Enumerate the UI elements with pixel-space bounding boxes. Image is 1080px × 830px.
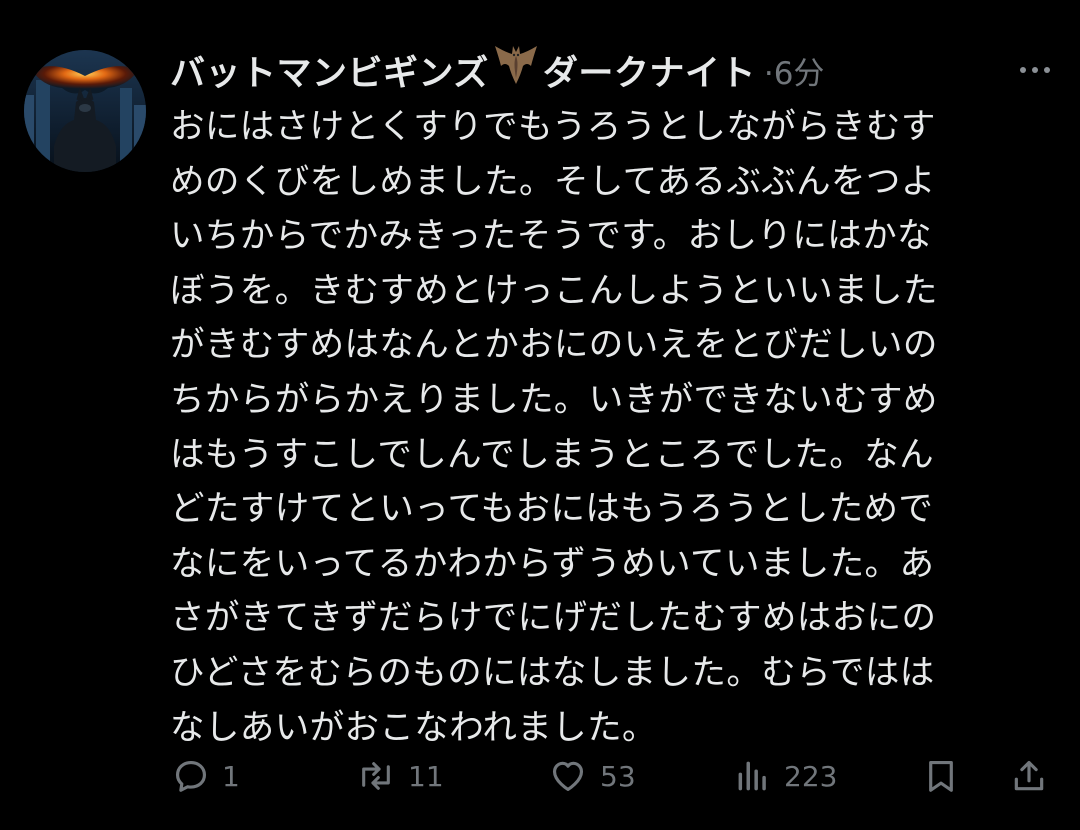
speech-bubble-icon bbox=[172, 757, 210, 795]
heart-icon bbox=[548, 757, 588, 795]
views-button[interactable]: 223 bbox=[734, 748, 837, 804]
repost-button[interactable]: 11 bbox=[356, 748, 444, 804]
display-name-part2: ダークナイト bbox=[542, 53, 756, 94]
batman-avatar-image bbox=[24, 50, 146, 172]
repost-arrows-icon bbox=[356, 757, 396, 795]
bookmark-button[interactable] bbox=[922, 748, 960, 804]
like-button[interactable]: 53 bbox=[548, 748, 636, 804]
reply-button[interactable]: 1 bbox=[172, 748, 240, 804]
post-meta: ·6分 bbox=[764, 48, 825, 93]
more-dots-icon[interactable] bbox=[1010, 52, 1060, 88]
reply-count: 1 bbox=[222, 759, 240, 793]
share-button[interactable] bbox=[1010, 748, 1048, 804]
post-timestamp[interactable]: 6分 bbox=[774, 56, 825, 92]
bat-emoji-icon bbox=[493, 44, 539, 97]
display-name-part1: バットマンビギンズ bbox=[170, 53, 489, 94]
meta-separator: · bbox=[763, 55, 774, 92]
post-text: おにはさけとくすりでもうろうとしながらきむす めのくびをしめました。そしてあるぶ… bbox=[170, 107, 938, 748]
repost-count: 11 bbox=[408, 759, 444, 793]
like-count: 53 bbox=[600, 759, 636, 793]
bookmark-icon bbox=[922, 757, 960, 795]
bar-chart-icon bbox=[734, 757, 772, 795]
share-upload-icon bbox=[1010, 757, 1048, 795]
avatar[interactable] bbox=[24, 50, 146, 172]
post-header: バットマンビギンズ ダークナイト ·6分 bbox=[170, 42, 1060, 98]
views-count: 223 bbox=[784, 759, 838, 793]
action-bar: 1 11 53 223 bbox=[170, 748, 1060, 804]
display-name[interactable]: バットマンビギンズ ダークナイト bbox=[170, 44, 756, 97]
